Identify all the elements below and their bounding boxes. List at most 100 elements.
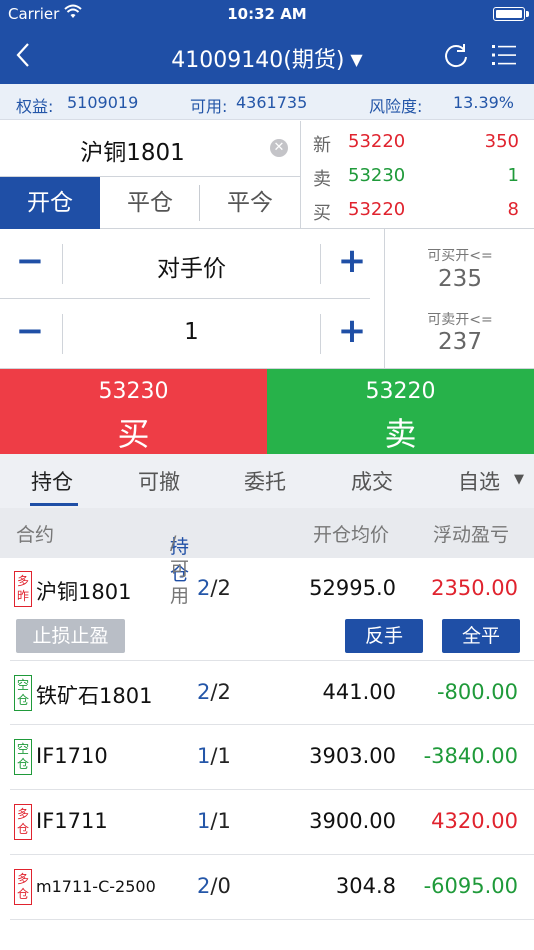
col-contract[interactable]: 合约: [16, 520, 54, 547]
tab-trades[interactable]: 成交: [351, 466, 393, 496]
row-position: 2/2: [197, 576, 231, 600]
available-label: 可用:: [190, 97, 228, 116]
side-tag: 空仓: [14, 675, 32, 711]
sell-button[interactable]: 53220 卖: [267, 369, 534, 454]
clock: 10:32 AM: [227, 5, 307, 23]
account-type: (期货): [283, 48, 345, 73]
row-avg-price: 3903.00: [309, 744, 396, 768]
table-row[interactable]: 空仓 铁矿石1801 2/2 441.00 -800.00: [0, 661, 534, 725]
max-buy-value: 235: [438, 266, 482, 292]
row-contract: 沪铜1801: [36, 580, 132, 604]
tab-orders[interactable]: 委托: [244, 466, 286, 496]
battery-icon: [493, 7, 529, 21]
side-tag: 多昨: [14, 571, 32, 607]
list-tabs: 持仓 可撤 委托 成交 自选 ▼: [0, 454, 534, 508]
max-buy-label: 可买开<=: [427, 248, 493, 264]
max-sell-value: 237: [438, 329, 482, 355]
row-position: 1/1: [197, 809, 231, 833]
input-panel: − 对手价 + − 1 + 可买开<= 235 可卖开<= 237: [0, 229, 534, 369]
row-pnl: 4320.00: [431, 809, 518, 833]
account-number: 41009140: [171, 48, 284, 73]
equity-label: 权益:: [16, 97, 54, 116]
row-avg-price: 52995.0: [309, 576, 396, 600]
price-minus-button[interactable]: −: [10, 241, 50, 285]
active-tab-indicator: [30, 503, 78, 506]
row-contract: IF1711: [36, 809, 108, 833]
table-row[interactable]: 多昨 沪铜1801 2/2 52995.0 2350.00 止损止盈 反手 全平: [0, 558, 534, 660]
sell-price: 53220: [365, 379, 436, 404]
row-position: 2/2: [197, 680, 231, 704]
quote-qty: 350: [484, 131, 519, 152]
side-tag: 多仓: [14, 804, 32, 840]
availability-panel: 可买开<= 235 可卖开<= 237: [384, 229, 534, 369]
quote-ask: 卖 53230 1: [301, 158, 534, 192]
max-sell-label: 可卖开<=: [427, 312, 493, 328]
tab-positions[interactable]: 持仓: [31, 466, 73, 496]
row-pnl: 2350.00: [431, 576, 518, 600]
price-stepper: − 对手价 +: [0, 229, 384, 299]
chevron-down-icon[interactable]: ▼: [514, 472, 524, 487]
open-close-tabs: 开仓 平仓 平今: [0, 177, 300, 229]
quote-price[interactable]: 53220: [348, 131, 405, 152]
close-all-button[interactable]: 全平: [442, 619, 520, 653]
clear-icon[interactable]: ✕: [270, 139, 288, 157]
row-avg-price: 304.8: [335, 874, 396, 898]
contract-field[interactable]: 沪铜1801 ✕: [0, 121, 300, 177]
tab-close[interactable]: 平仓: [100, 177, 200, 229]
table-row[interactable]: 多仓 IF1711 1/1 3900.00 4320.00: [0, 790, 534, 854]
qty-plus-button[interactable]: +: [332, 311, 372, 355]
nav-bar: 41009140(期货) ▼: [0, 28, 534, 84]
status-bar: Carrier 10:32 AM: [0, 0, 534, 28]
quote-label: 买: [313, 203, 331, 224]
side-tag: 空仓: [14, 739, 32, 775]
table-row[interactable]: 空仓 IF1710 1/1 3903.00 -3840.00: [0, 725, 534, 789]
risk-value: 13.39%: [453, 93, 515, 112]
quantity-stepper: − 1 +: [0, 299, 384, 369]
order-panel: 沪铜1801 ✕ 开仓 平仓 平今 新 53220 350 卖 53230 1 …: [0, 121, 534, 229]
equity-value: 5109019: [67, 93, 139, 112]
side-tag: 多仓: [14, 869, 32, 905]
row-pnl: -800.00: [436, 680, 518, 704]
table-row[interactable]: 多仓 m1711-C-2500 2/0 304.8 -6095.00: [0, 855, 534, 919]
row-contract: m1711-C-2500: [36, 877, 156, 896]
row-position: 2/0: [197, 874, 231, 898]
refresh-icon[interactable]: [442, 41, 470, 69]
available-value: 4361735: [236, 93, 308, 112]
quote-qty: 8: [507, 199, 519, 220]
row-pnl: -3840.00: [423, 744, 518, 768]
tab-watchlist[interactable]: 自选: [458, 466, 500, 496]
risk-label: 风险度:: [369, 97, 423, 116]
col-pnl[interactable]: 浮动盈亏: [433, 520, 509, 547]
reverse-button[interactable]: 反手: [345, 619, 423, 653]
row-pnl: -6095.00: [423, 874, 518, 898]
contract-name: 沪铜1801: [80, 140, 185, 166]
sell-label: 卖: [384, 415, 417, 453]
row-position: 1/1: [197, 744, 231, 768]
table-header: 合约 持仓/可用 开仓均价 浮动盈亏: [0, 508, 534, 607]
row-contract: 铁矿石1801: [36, 684, 153, 708]
qty-minus-button[interactable]: −: [10, 311, 50, 355]
tab-open[interactable]: 开仓: [0, 177, 100, 229]
tab-cancelable[interactable]: 可撤: [138, 466, 180, 496]
buy-price: 53230: [98, 379, 169, 404]
menu-icon[interactable]: [490, 41, 518, 69]
price-input[interactable]: 对手价: [63, 249, 320, 283]
quote-price[interactable]: 53230: [348, 165, 405, 186]
stop-loss-button[interactable]: 止损止盈: [16, 619, 125, 653]
row-avg-price: 3900.00: [309, 809, 396, 833]
buy-label: 买: [117, 415, 150, 453]
row-contract: IF1710: [36, 744, 108, 768]
quote-label: 卖: [313, 169, 331, 190]
price-plus-button[interactable]: +: [332, 241, 372, 285]
row-avg-price: 441.00: [322, 680, 396, 704]
buy-button[interactable]: 53230 买: [0, 369, 267, 454]
quote-last: 新 53220 350: [301, 124, 534, 158]
col-avg-price[interactable]: 开仓均价: [313, 520, 389, 547]
account-summary: 权益: 5109019 可用: 4361735 风险度: 13.39%: [0, 84, 534, 120]
tab-close-today[interactable]: 平今: [200, 177, 300, 229]
quote-label: 新: [313, 135, 331, 156]
qty-input[interactable]: 1: [63, 319, 320, 345]
quote-panel: 新 53220 350 卖 53230 1 买 53220 8: [300, 121, 534, 229]
quote-price[interactable]: 53220: [348, 199, 405, 220]
dropdown-caret-icon: ▼: [350, 50, 363, 69]
